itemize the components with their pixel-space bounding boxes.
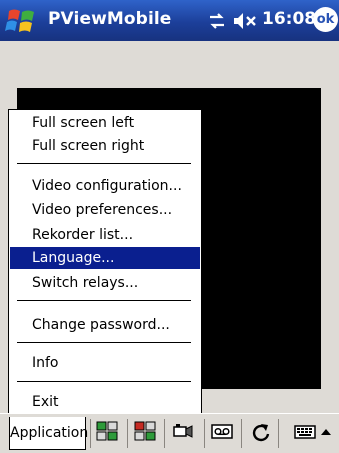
input-selector-arrow-icon[interactable] (318, 421, 334, 443)
menu-separator (17, 381, 191, 382)
menu-item-exit[interactable]: Exit (10, 391, 200, 413)
menu-item-full-screen-left[interactable]: Full screen left (10, 112, 200, 134)
menu-item-switch-relays[interactable]: Switch relays... (10, 272, 200, 294)
menu-bar: Application (0, 413, 339, 453)
app-title: PViewMobile (48, 9, 172, 29)
toolbar-separator (90, 419, 91, 448)
toolbar-separator (127, 419, 128, 448)
application-menu-button[interactable]: Application (9, 417, 88, 450)
menu-separator (17, 163, 191, 164)
keyboard-icon[interactable] (293, 421, 317, 443)
ok-button[interactable]: ok (313, 7, 338, 32)
menu-separator (17, 300, 191, 301)
menu-item-info[interactable]: Info (10, 352, 200, 374)
menu-separator (17, 342, 191, 343)
menu-item-language[interactable]: Language... (10, 247, 200, 269)
clock[interactable]: 16:08 (262, 9, 316, 29)
toolbar-separator (278, 419, 279, 448)
toolbar-separator (241, 419, 242, 448)
connectivity-icon[interactable] (207, 11, 227, 31)
toolbar-separator (204, 419, 205, 448)
windows-start-icon[interactable] (4, 3, 40, 39)
speaker-muted-icon[interactable] (232, 11, 260, 31)
camera-icon[interactable] (172, 421, 196, 443)
camera-grid-green-icon[interactable] (96, 421, 120, 443)
camera-grid-red-icon[interactable] (134, 421, 158, 443)
refresh-icon[interactable] (249, 421, 273, 443)
menu-item-video-preferences[interactable]: Video preferences... (10, 199, 200, 221)
menu-item-full-screen-right[interactable]: Full screen right (10, 135, 200, 157)
menu-item-video-configuration[interactable]: Video configuration... (10, 175, 200, 197)
title-bar: PViewMobile 16:08 ok (0, 0, 339, 41)
toolbar-separator (164, 419, 165, 448)
menu-item-rekorder-list[interactable]: Rekorder list... (10, 224, 200, 246)
menu-item-change-password[interactable]: Change password... (10, 314, 200, 336)
application-menu: Full screen left Full screen right Video… (8, 109, 202, 416)
tape-record-icon[interactable] (210, 421, 234, 443)
